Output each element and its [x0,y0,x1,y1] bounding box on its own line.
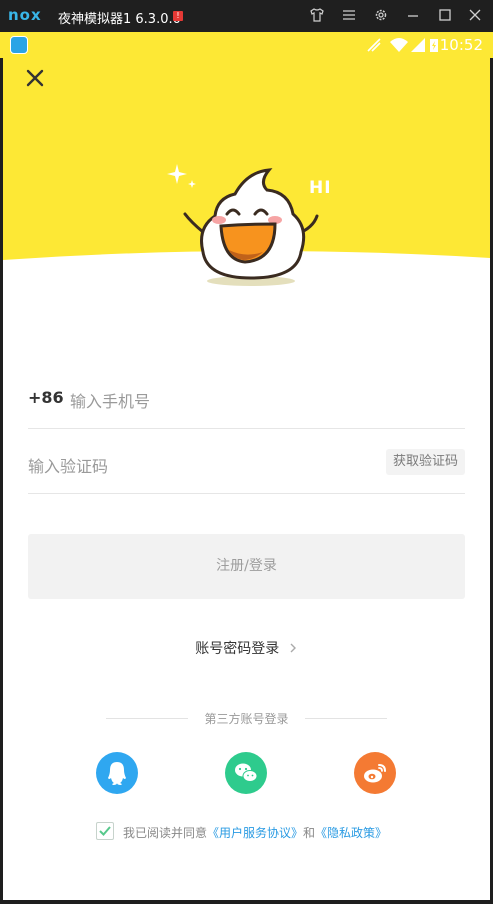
battery-charging-icon [429,37,439,57]
agreement-checkbox[interactable] [96,822,114,840]
weibo-login-button[interactable] [354,752,396,794]
mascot-illustration: HI [163,158,343,298]
nox-logo: nox [8,6,42,24]
country-code[interactable]: +86 [28,388,64,407]
check-icon [99,826,111,836]
verification-code-row: 输入验证码 获取验证码 [28,435,465,494]
signal-icon [410,37,426,57]
agreement-and: 和 [303,826,316,840]
phone-number-row: +86 输入手机号 [28,370,465,429]
qq-login-button[interactable] [96,752,138,794]
wechat-login-button[interactable] [225,752,267,794]
gear-icon[interactable] [372,7,390,25]
password-login-link[interactable]: 账号密码登录 [3,638,490,658]
hi-bubble-text: HI [309,178,332,198]
divider-line-right [305,718,387,719]
wifi-icon [389,37,409,57]
shirt-icon[interactable] [308,7,326,25]
password-login-label: 账号密码登录 [195,641,280,657]
wechat-icon [235,763,258,782]
third-party-label: 第三方账号登录 [204,712,289,726]
emulator-titlebar: nox 夜神模拟器1 6.3.0.0 ! [0,0,493,32]
no-signal-icon [366,37,382,57]
chevron-right-icon [290,643,296,653]
verification-code-input[interactable]: 输入验证码 [28,453,108,477]
nox-app-icon [10,36,28,54]
close-icon[interactable] [466,7,484,25]
third-party-login-divider: 第三方账号登录 [3,710,490,728]
terms-link[interactable]: 《用户服务协议》 [207,826,303,840]
register-login-button[interactable]: 注册/登录 [28,534,465,599]
privacy-link[interactable]: 《隐私政策》 [315,826,387,840]
weibo-icon [364,764,386,783]
login-screen: HI +86 输入手机号 输入验证码 获取验证码 注册/登录 账号密码登录 第三… [3,58,490,900]
emulator-title: 夜神模拟器1 6.3.0.0 [58,12,181,27]
minimize-icon[interactable] [404,7,422,25]
qq-icon [108,762,126,785]
emulator-window: nox 夜神模拟器1 6.3.0.0 ! 10:52 HI +86 输入手机号 … [0,0,493,904]
get-code-button[interactable]: 获取验证码 [385,449,465,475]
status-time: 10:52 [439,36,483,54]
agreement-prefix: 我已阅读并同意 [123,826,208,840]
menu-icon[interactable] [340,7,358,25]
maximize-icon[interactable] [436,7,454,25]
android-status-bar: 10:52 [0,32,493,58]
alert-badge[interactable]: ! [173,11,183,21]
close-icon[interactable] [23,66,47,90]
phone-input[interactable]: 输入手机号 [70,388,150,412]
